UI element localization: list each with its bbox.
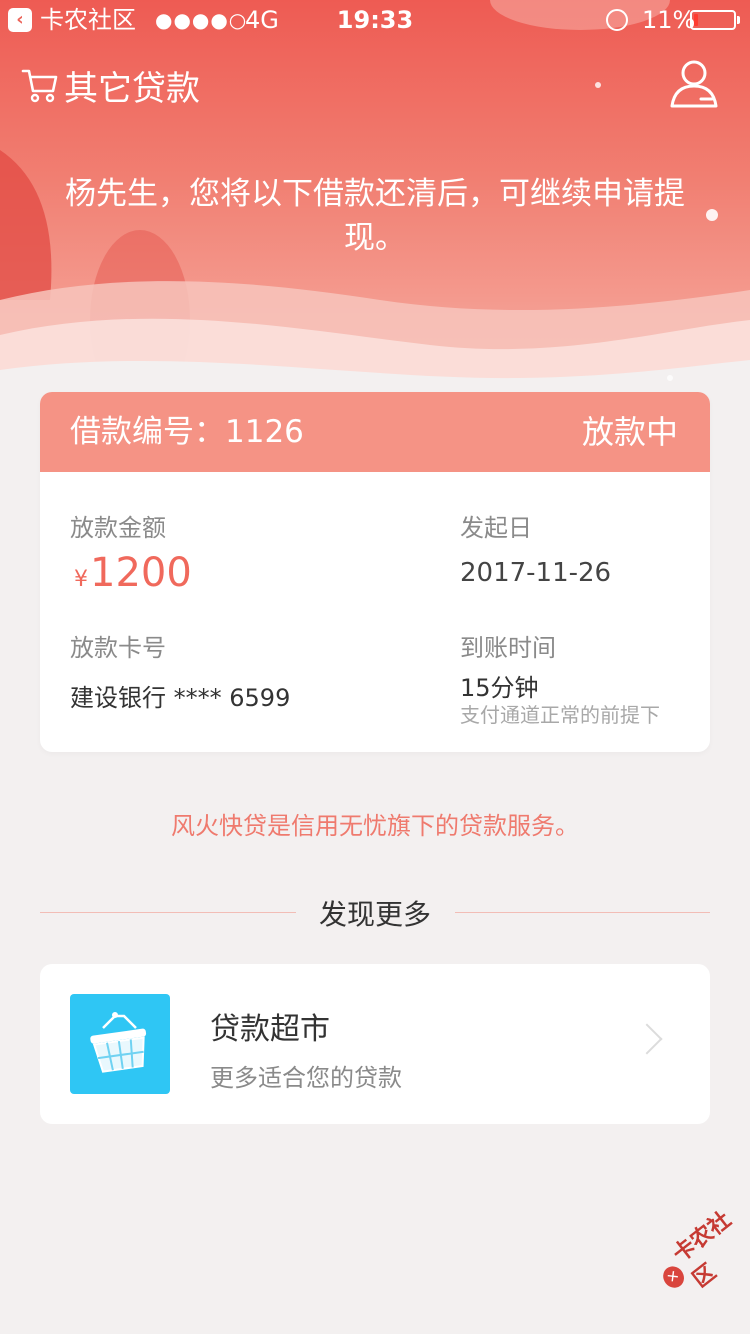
rotation-lock-icon (606, 9, 628, 31)
basket-icon (70, 994, 170, 1094)
arrival-time-label: 到账时间 (460, 634, 556, 662)
battery-tip (737, 16, 740, 24)
loan-card-header: 借款编号：1126 放款中 (40, 392, 710, 472)
loan-id: 借款编号：1126 (70, 414, 304, 450)
loan-market-card[interactable]: 贷款超市 更多适合您的贷款 (40, 964, 710, 1124)
user-icon[interactable] (668, 58, 720, 110)
status-bar: ‹ 卡农社区 ●●●●○ 4G 19:33 11% (0, 0, 750, 40)
battery-icon (690, 10, 736, 30)
market-title: 贷款超市 (210, 1012, 330, 1047)
battery-level (694, 14, 698, 26)
cart-icon (21, 69, 58, 103)
loan-card: 借款编号：1126 放款中 放款金额 ¥1200 发起日 2017-11-26 … (40, 392, 710, 752)
loan-amount: ¥1200 (74, 550, 192, 596)
clock: 19:33 (336, 6, 414, 34)
watermark: ✕ 卡农社区 (646, 1194, 750, 1308)
card-number: 建设银行 **** 6599 (70, 684, 291, 712)
market-subtitle: 更多适合您的贷款 (210, 1064, 402, 1092)
nav-title: 其它贷款 (64, 68, 200, 109)
currency-symbol: ¥ (74, 567, 88, 592)
battery-percent: 11% (642, 6, 696, 34)
loan-status-badge: 放款中 (581, 413, 678, 451)
start-date-label: 发起日 (460, 514, 532, 542)
arrival-time: 15分钟 (460, 674, 539, 702)
chevron-right-icon (631, 1023, 663, 1055)
arrival-note: 支付通道正常的前提下 (460, 703, 660, 727)
service-note: 风火快贷是信用无忧旗下的贷款服务。 (171, 812, 579, 840)
amount-value: 1200 (90, 550, 192, 596)
amount-label: 放款金额 (70, 514, 166, 542)
greeting-message: 杨先生，您将以下借款还清后，可继续申请提现。 (65, 176, 685, 256)
card-number-label: 放款卡号 (70, 634, 166, 662)
other-loans-link[interactable]: 其它贷款 (20, 60, 200, 110)
discover-more-title: 发现更多 (318, 898, 431, 931)
start-date: 2017-11-26 (460, 558, 612, 588)
